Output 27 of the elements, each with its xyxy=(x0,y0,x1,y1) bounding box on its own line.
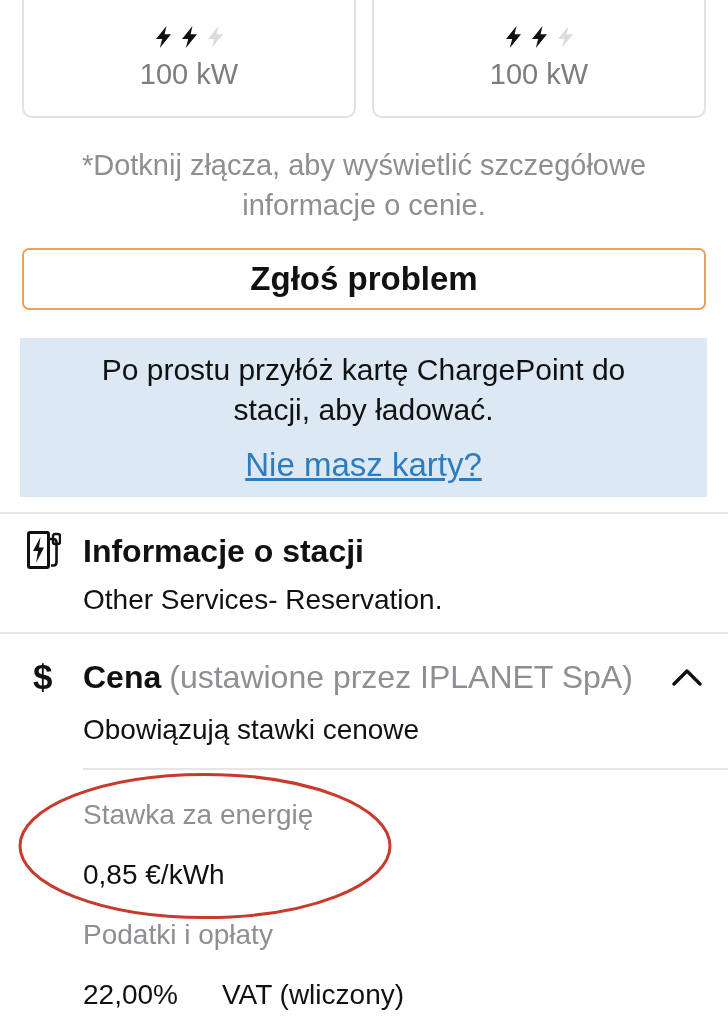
pricing-hint: *Dotknij złącza, aby wyświetlić szczegółowe informacje o cenie. xyxy=(80,148,648,223)
connector-card[interactable]: 100 kW xyxy=(372,0,706,118)
bolt-icon xyxy=(155,26,171,48)
report-problem-button[interactable]: Zgłoś problem xyxy=(22,248,706,310)
connector-card[interactable]: 100 kW xyxy=(22,0,356,118)
bolt-icon xyxy=(557,26,573,48)
station-info-text: Other Services- Reservation. xyxy=(83,583,443,617)
price-subtitle: Obowiązują stawki cenowe xyxy=(83,713,420,747)
bolt-icon xyxy=(207,26,223,48)
card-notice-text: Po prostu przyłóż kartę ChargePoint do stacji, aby ładować. xyxy=(100,352,627,428)
chevron-icon[interactable] xyxy=(672,668,702,686)
rate-label: Stawka za energię xyxy=(83,799,314,831)
price-setter: (ustawione przez IPLANET SpA) xyxy=(169,658,633,696)
ev-charger-icon xyxy=(27,531,61,569)
no-card-link[interactable]: Nie masz karty? xyxy=(245,445,482,485)
tax-percent: 22,00% xyxy=(83,979,179,1011)
power-rating: 100 kW xyxy=(139,57,239,91)
rate-value: 0,85 €/kWh xyxy=(83,859,225,891)
power-rating: 100 kW xyxy=(489,57,589,91)
price-title: Cena xyxy=(83,658,162,696)
rate-label: Podatki i opłaty xyxy=(83,919,273,951)
tax-name: VAT (wliczony) xyxy=(222,979,405,1011)
bolt-icon xyxy=(505,26,521,48)
bolt-icon xyxy=(181,26,197,48)
station-info-title: Informacje o stacji xyxy=(83,533,364,569)
bolt-icon xyxy=(531,26,547,48)
dollar-icon: $ xyxy=(33,658,61,696)
